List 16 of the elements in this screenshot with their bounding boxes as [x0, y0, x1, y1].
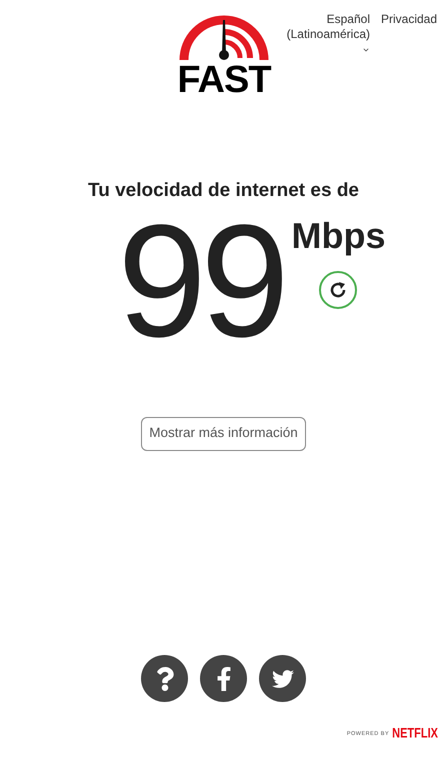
- reload-button[interactable]: [319, 270, 358, 308]
- more-info-button[interactable]: Mostrar más información: [141, 416, 306, 450]
- facebook-icon: [216, 666, 232, 690]
- privacy-link[interactable]: Privacidad: [381, 12, 438, 98]
- facebook-button[interactable]: [200, 655, 247, 702]
- language-selector[interactable]: Español (Latinoamérica): [278, 12, 370, 98]
- twitter-button[interactable]: [259, 655, 306, 702]
- help-button[interactable]: [141, 655, 188, 702]
- reload-icon: [329, 280, 348, 298]
- speed-value: 99: [118, 206, 284, 356]
- speed-heading: Tu velocidad de internet es de: [88, 179, 359, 203]
- question-icon: [154, 666, 174, 690]
- brand-label: NETFLIX: [392, 725, 438, 744]
- bird-icon: [270, 668, 294, 690]
- logo-text: FAST: [177, 62, 271, 98]
- speed-unit: Mbps: [291, 216, 386, 256]
